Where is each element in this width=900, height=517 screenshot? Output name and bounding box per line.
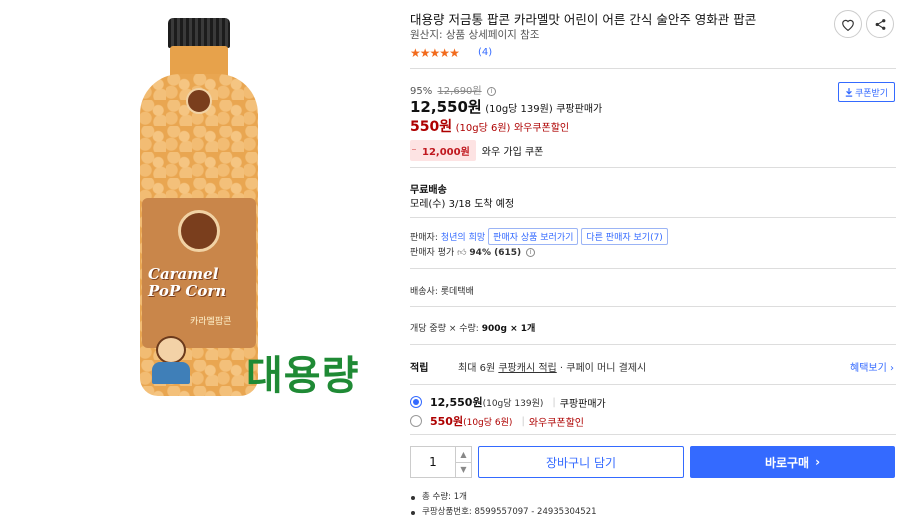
buy-now-label: 바로구매: [764, 455, 810, 470]
heart-icon: [842, 19, 854, 31]
wow-price: 550원: [410, 119, 453, 135]
divider: [410, 306, 896, 307]
option-tag: 와우쿠폰할인: [528, 417, 585, 429]
separator: |: [552, 396, 556, 408]
bottle-sub-text: 카라멜팝콘: [190, 317, 232, 327]
divider: [410, 434, 896, 435]
coupang-cash-link[interactable]: 쿠팡캐시 적립: [498, 359, 556, 374]
wishlist-heart-button[interactable]: [834, 10, 862, 38]
download-icon: [845, 87, 853, 97]
wow-price-line: 550원 (10g당 6원) 와우쿠폰할인: [410, 116, 569, 136]
option-price: 12,550원: [430, 396, 483, 409]
free-shipping-title: 무료배송: [410, 185, 447, 196]
weight-quantity-label: 개당 중량 × 수량:: [410, 324, 479, 334]
points-title: 적립: [410, 363, 429, 374]
coupon-button-label: 쿠폰받기: [854, 88, 889, 99]
option-unit: (10g당 139원): [482, 398, 544, 409]
divider: [410, 344, 896, 345]
bottle-cap: [168, 18, 230, 48]
download-coupon-button[interactable]: 쿠폰받기: [838, 82, 895, 102]
sale-unit-price: (10g당 139원): [485, 104, 553, 115]
thumbs-up-icon: 👍︎: [457, 248, 467, 258]
points-suffix: · 쿠페이 머니 결제시: [559, 363, 647, 374]
increase-icon[interactable]: ▲: [456, 447, 471, 462]
share-button[interactable]: [866, 10, 894, 38]
quantity-stepper[interactable]: 1 ▲ ▼: [410, 446, 472, 478]
discount-line: 95% 12,690원 i: [410, 82, 496, 97]
option-unit: (10g당 6원): [463, 417, 513, 428]
weight-quantity-info: 개당 중량 × 수량: 900g × 1개: [410, 321, 535, 334]
coupon-line: 12,000원 와우 가입 쿠폰: [410, 140, 543, 161]
sale-price: 12,550원: [410, 98, 482, 116]
arrival-date: 모레(수) 3/18 도착 예정: [410, 199, 515, 210]
seller-rating-label: 판매자 평가: [410, 248, 455, 258]
seller-line: 판매자: 청년의 희망 판매자 상품 보러가기 다른 판매자 보기(7): [410, 228, 668, 245]
seller-rating-value: 94% (615): [469, 248, 522, 258]
wow-label: 와우쿠폰할인: [513, 123, 570, 134]
info-icon[interactable]: i: [486, 87, 496, 96]
share-icon: [875, 18, 885, 30]
product-details-list: 총 수량: 1개 쿠팡상품번호: 8599557097 - 2493530452…: [410, 490, 597, 517]
product-number: 쿠팡상품번호: 8599557097 - 24935304521: [410, 505, 597, 517]
product-title: 대용량 저금통 팝콘 카라멜맛 어린이 어른 간식 술안주 영화관 팝콘: [410, 12, 757, 27]
mascot-illustration: [148, 336, 194, 386]
divider: [410, 217, 896, 218]
star-icon: ★: [410, 46, 421, 60]
star-icon: ★: [439, 46, 450, 60]
divider: [410, 167, 896, 168]
popcorn-bottle-image: Caramel PoP Corn 카라멜팝콘: [140, 18, 258, 396]
option-tag: 쿠팡판매가: [559, 398, 606, 410]
seller-label: 판매자:: [410, 233, 438, 243]
review-count-link[interactable]: (4): [478, 47, 492, 58]
radio-selected[interactable]: [410, 396, 422, 408]
star-icon: ★: [429, 46, 441, 60]
view-benefits-link[interactable]: 혜택보기 ›: [850, 359, 894, 374]
carrier-info: 배송사: 롯데택배: [410, 287, 474, 297]
option-price: 550원: [430, 415, 464, 428]
bottle-logo: [178, 210, 220, 252]
divider: [410, 68, 896, 69]
seller-type: 쿠팡판매가: [556, 104, 603, 115]
weight-quantity-value: 900g × 1개: [481, 324, 536, 334]
product-origin: 원산지: 상품 상세페이지 참조: [410, 29, 540, 41]
radio-unselected[interactable]: [410, 415, 422, 427]
add-to-cart-button[interactable]: 장바구니 담기: [478, 446, 684, 478]
product-info-panel: 대용량 저금통 팝콘 카라멜맛 어린이 어른 간식 술안주 영화관 팝콘 원산지…: [410, 0, 896, 517]
total-quantity: 총 수량: 1개: [410, 490, 597, 505]
seller-name-link[interactable]: 청년의 희망: [441, 230, 485, 243]
separator: |: [521, 415, 525, 427]
points-prefix: 최대 6원: [458, 363, 496, 374]
decrease-icon[interactable]: ▼: [456, 461, 471, 478]
wow-unit-price: (10g당 6원): [455, 123, 511, 134]
star-icon: ★: [449, 46, 460, 60]
coupon-text: 와우 가입 쿠폰: [481, 147, 544, 158]
large-capacity-text: 대용량: [246, 353, 360, 399]
bottle-logo-small: [186, 88, 212, 114]
info-icon[interactable]: i: [526, 248, 535, 257]
chevron-right-icon: ›: [815, 455, 821, 469]
coupon-badge: 12,000원: [410, 140, 476, 161]
points-row: 적립 최대 6원 쿠팡캐시 적립 · 쿠페이 머니 결제시 혜택보기 ›: [410, 359, 896, 374]
divider: [410, 268, 896, 269]
rating-stars[interactable]: ★★★★★: [410, 46, 460, 60]
star-icon: ★: [419, 46, 431, 60]
price-option-2[interactable]: 550원 (10g당 6원) | 와우쿠폰할인: [410, 413, 896, 429]
stepper-controls: ▲ ▼: [455, 447, 471, 477]
price-option-1[interactable]: 12,550원 (10g당 139원) | 쿠팡판매가: [410, 394, 896, 410]
sale-price-line: 12,550원 (10g당 139원) 쿠팡판매가: [410, 96, 602, 117]
seller-rating: 판매자 평가 👍︎ 94% (615) i: [410, 245, 535, 258]
buy-now-button[interactable]: 바로구매 ›: [690, 446, 895, 478]
quantity-value[interactable]: 1: [411, 447, 455, 477]
divider: [410, 384, 896, 385]
other-sellers-button[interactable]: 다른 판매자 보기(7): [581, 228, 668, 245]
seller-products-button[interactable]: 판매자 상품 보러가기: [488, 228, 579, 245]
bottle-brand-text: Caramel PoP Corn: [148, 265, 227, 300]
product-image[interactable]: Caramel PoP Corn 카라멜팝콘 대용량: [0, 0, 395, 517]
